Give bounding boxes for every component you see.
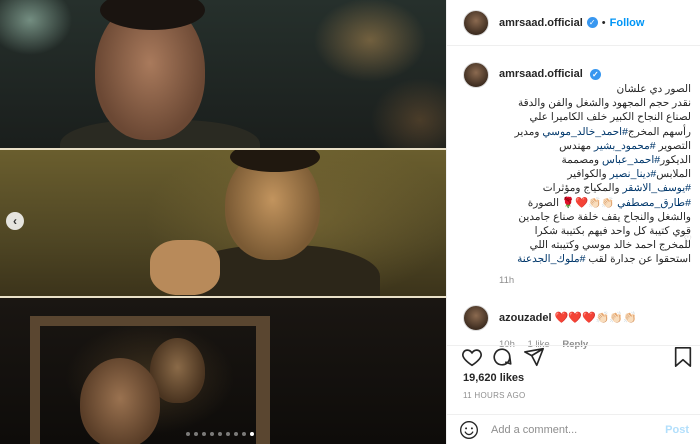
bookmark-icon[interactable] — [673, 346, 693, 368]
caption-line: رأسهم المخرج#احمد_خالد_موسي ومدير — [499, 125, 691, 139]
caption-text-span: الصور دي علشان — [616, 83, 691, 95]
caption-line: استحقوا عن جدارة لقب #ملوك_الجدعنة — [499, 252, 691, 266]
hashtag-link[interactable]: #محمود_بشير — [594, 140, 656, 152]
caption-username[interactable]: amrsaad.official — [499, 68, 583, 80]
comment-username[interactable]: azouzadel — [499, 312, 552, 324]
caption-text-span: التصوير — [655, 139, 691, 152]
caption-text-span: ومدير — [514, 125, 543, 138]
action-bar — [447, 345, 700, 373]
likes-count[interactable]: 19,620 likes — [463, 372, 524, 384]
comment-text: ❤️❤️❤️👏🏻👏🏻👏🏻 — [554, 311, 637, 324]
comment-body: azouzadel ❤️❤️❤️👏🏻👏🏻👏🏻 10h 1 like Reply — [499, 305, 689, 350]
comment-input[interactable]: Add a comment... — [491, 424, 665, 436]
caption-text-span: لصناع النجاح الكبير خلف الكاميرا علي — [529, 111, 691, 124]
photo-frame-middle — [0, 150, 446, 298]
caption-line: نقدر حجم المجهود والشغل والفن والدقة — [499, 96, 691, 110]
caption-line: الديكور#احمد_عباس ومصممة — [499, 153, 691, 167]
caption-text-span: للمخرج احمد خالد موسي وكتيبته اللي — [529, 239, 691, 252]
caption-line: قوي كتيبة كل واحد فيهم بكتيبة شكرا — [499, 224, 691, 238]
add-comment-bar: Add a comment... Post — [447, 414, 700, 444]
carousel-dot — [234, 432, 238, 436]
comment-line: azouzadel ❤️❤️❤️👏🏻👏🏻👏🏻 — [499, 311, 689, 324]
caption-text-span: قوي كتيبة كل واحد فيهم بكتيبة شكرا — [534, 225, 691, 238]
caption: amrsaad.official ✓ الصور دي علشان نقدر حج… — [447, 60, 700, 286]
emoji-icon[interactable] — [459, 420, 479, 440]
caption-text: الصور دي علشان نقدر حجم المجهود والشغل وا… — [499, 82, 691, 267]
post-sidebar: amrsaad.official ✓ • Follow amrsaad.offi… — [446, 0, 700, 444]
caption-line: #طارق_مصطفي 👏🏻👏🏻❤️🌹 الصورة — [499, 196, 691, 210]
caption-line: لصناع النجاح الكبير خلف الكاميرا علي — [499, 110, 691, 124]
comment-like-heart-icon[interactable]: ♡ — [684, 234, 692, 245]
caption-line: للمخرج احمد خالد موسي وكتيبته اللي — [499, 238, 691, 252]
caption-line: التصوير #محمود_بشير مهندس — [499, 139, 691, 153]
caption-user-row: amrsaad.official ✓ — [499, 68, 691, 80]
carousel-dots — [186, 432, 254, 436]
caption-line: #يوسف_الاشقر والمكياج ومؤثرات — [499, 181, 691, 195]
carousel-dot — [186, 432, 190, 436]
photo-frame-bottom — [0, 298, 446, 444]
carousel-dot — [218, 432, 222, 436]
caption-text-span: والكوافير — [567, 168, 610, 181]
caption-text-span: رأسهم المخرج — [627, 125, 691, 138]
caption-text-span: ومصممة — [561, 154, 603, 167]
carousel-dot — [226, 432, 230, 436]
caption-line: الملابس#دينا_نصير والكوافير — [499, 167, 691, 181]
caption-text-span: والمكياج ومؤثرات — [542, 182, 623, 195]
comments-list: amrsaad.official ✓ الصور دي علشان نقدر حج… — [447, 60, 700, 350]
avatar[interactable] — [463, 62, 489, 88]
caption-time[interactable]: 11h — [499, 275, 691, 286]
carousel-dot — [210, 432, 214, 436]
caption-line: الصور دي علشان — [499, 82, 691, 96]
photo-frame-top — [0, 0, 446, 150]
avatar[interactable] — [463, 9, 489, 36]
hashtag-link[interactable]: #دينا_نصير — [610, 168, 657, 180]
figure-hands — [150, 240, 220, 295]
carousel-prev-button[interactable]: ‹ — [6, 212, 24, 230]
verified-badge-icon: ✓ — [586, 17, 598, 28]
figure-face — [80, 358, 160, 444]
caption-text-span: الملابس — [656, 168, 691, 181]
share-icon[interactable] — [523, 346, 545, 368]
follow-button[interactable]: Follow — [610, 17, 645, 29]
caption-text-span: مهندس — [559, 139, 595, 152]
post-button[interactable]: Post — [665, 424, 689, 436]
hashtag-link[interactable]: #يوسف_الاشقر — [622, 182, 691, 194]
carousel-dot — [250, 432, 254, 436]
carousel-dot — [202, 432, 206, 436]
header-separator: • — [601, 16, 606, 29]
heart-icon[interactable] — [461, 346, 483, 368]
hashtag-link[interactable]: #ملوك_الجدعنة — [517, 253, 585, 265]
post-photo[interactable]: ‹ — [0, 0, 446, 444]
caption-text-span: 👏🏻👏🏻❤️🌹 الصورة — [527, 196, 618, 209]
hashtag-link[interactable]: #احمد_عباس — [602, 154, 660, 166]
verified-badge-icon: ✓ — [589, 69, 601, 80]
hashtag-link[interactable]: #احمد_خالد_موسي — [542, 126, 628, 138]
comment-icon[interactable] — [491, 346, 513, 368]
caption-text-span: نقدر حجم المجهود والشغل والفن والدقة — [518, 97, 691, 110]
caption-text-span: والشغل والنجاح يقف خلفة صناع جامدين — [518, 210, 691, 223]
comment: azouzadel ❤️❤️❤️👏🏻👏🏻👏🏻 10h 1 like Reply — [447, 304, 700, 350]
posted-time[interactable]: 11 HOURS AGO — [463, 391, 526, 400]
caption-body: amrsaad.official ✓ الصور دي علشان نقدر حج… — [499, 60, 691, 286]
post-header: amrsaad.official ✓ • Follow — [447, 0, 700, 46]
avatar[interactable] — [463, 304, 489, 331]
header-username[interactable]: amrsaad.official — [499, 17, 583, 29]
caption-line: والشغل والنجاح يقف خلفة صناع جامدين — [499, 210, 691, 224]
caption-text-span: استحقوا عن جدارة لقب — [585, 253, 691, 266]
hashtag-link[interactable]: #طارق_مصطفي — [617, 197, 691, 209]
carousel-dot — [194, 432, 198, 436]
carousel-dot — [242, 432, 246, 436]
caption-text-span: الديكور — [660, 154, 691, 167]
